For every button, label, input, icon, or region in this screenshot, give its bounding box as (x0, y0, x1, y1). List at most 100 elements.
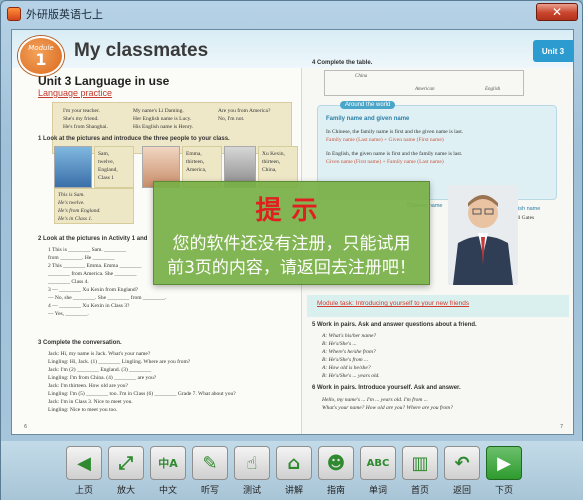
sam-intro-box: This is Sam. He's twelve. He's from Engl… (54, 188, 134, 224)
conversation-line: Jack: I'm in Class 3. Nice to meet you. (48, 399, 133, 405)
card-line: Emma, (186, 151, 202, 157)
words-button[interactable]: ABC 单词 (359, 446, 397, 498)
dialogue-line: A: What's his/her name? (322, 333, 377, 339)
conversation-line: Lingling: I'm (5) ________ too. I'm in C… (48, 391, 236, 397)
arrow-right-icon: ▶ (486, 446, 522, 480)
exercise-5-heading: 5 Work in pairs. Ask and answer question… (312, 322, 477, 328)
toolbar-label: 测试 (242, 486, 261, 496)
conversation-line: Lingling: Nice to meet you too. (48, 407, 118, 413)
window-title: 外研版英语七上 (26, 8, 103, 21)
exercise-2-body: 1 This is ________ Sam. ________ from __… (48, 246, 166, 318)
listen-write-button[interactable]: ✎ 听写 (191, 446, 229, 498)
grammar-line: My name's Li Daming. (133, 108, 184, 114)
exercise-6-heading: 6 Work in pairs. Introduce yourself. Ask… (312, 385, 461, 391)
exercise-line: from ________. He ________ (48, 255, 115, 261)
dialog-message-line: 您的软件还没有注册，只能试用 (172, 234, 411, 254)
left-page-number: 6 (24, 424, 28, 430)
toolbar-label: 下页 (494, 486, 513, 496)
exercise-4-heading: 4 Complete the table. (312, 60, 373, 66)
family-line: In Chinese, the family name is first and… (326, 129, 464, 135)
phrase-line: What's your name? How old are you? Where… (322, 405, 453, 411)
back-button[interactable]: ↶ 返回 (443, 446, 481, 498)
test-button[interactable]: ☝ 测试 (233, 446, 271, 498)
name-table: China American English (324, 70, 524, 96)
module-title: My classmates (74, 40, 209, 61)
intro-line: He's from England. (58, 208, 101, 214)
family-name-heading: Family name and given name (326, 116, 410, 122)
toolbar-label: 单词 (368, 486, 387, 496)
bill-gates-photo (448, 185, 518, 285)
toolbar-label: 中文 (158, 486, 177, 496)
language-practice-label: Language practice (38, 88, 113, 98)
card-line: Xu Kexin, (262, 151, 285, 157)
hand-icon: ☝ (234, 446, 270, 480)
registration-notice-dialog[interactable]: 提示 您的软件还没有注册，只能试用 前3页的内容，请返回去注册吧！ (153, 181, 430, 285)
zoom-button[interactable]: ⤢ 放大 (107, 446, 145, 498)
bottom-toolbar: ◀ 上页 ⤢ 放大 中A 中文 ✎ 听写 ☝ 测试 ⌂ 讲解 ☻ 指南 ABC (1, 441, 583, 500)
home-button[interactable]: ▥ 首页 (401, 446, 439, 498)
prev-page-button[interactable]: ◀ 上页 (65, 446, 103, 498)
card-line: thirteen, (186, 159, 205, 165)
right-page-number: 7 (560, 424, 564, 430)
dialog-message: 您的软件还没有注册，只能试用 前3页的内容，请返回去注册吧！ (154, 232, 429, 280)
app-window: 外研版英语七上 ✕ Module 1 My classmates Unit 3 … (0, 0, 583, 500)
dialogue-line: B: He's/She's from ... (322, 357, 369, 363)
dialog-title: 提示 (255, 196, 328, 226)
return-icon: ↶ (444, 446, 480, 480)
family-line: Family name (Last name) + Given name (Fi… (326, 137, 444, 143)
module-number: 1 (35, 50, 47, 69)
exercise-line: 1 This is ________ Sam. ________ (48, 247, 127, 253)
dialogue-line: A: Where's he/she from? (322, 349, 376, 355)
abc-icon: ABC (360, 446, 396, 480)
conversation-line: Lingling: Hi, Jack. (1) ________ Linglin… (48, 359, 191, 365)
family-line: In English, the given name is first and … (326, 151, 463, 157)
chinese-button[interactable]: 中A 中文 (149, 446, 187, 498)
book-icon: ▥ (402, 446, 438, 480)
intro-line: He's in Class 1. (58, 216, 93, 222)
card-line: Class 1 (98, 175, 115, 181)
card-line: twelve, (98, 159, 115, 165)
grammar-line: He's from Shanghai. (63, 124, 108, 130)
toolbar-label: 首页 (410, 486, 429, 496)
family-name-body: In Chinese, the family name is first and… (326, 128, 463, 166)
house-icon: ⌂ (276, 446, 312, 480)
explain-button[interactable]: ⌂ 讲解 (275, 446, 313, 498)
guide-button[interactable]: ☻ 指南 (317, 446, 355, 498)
person-icon: ☻ (318, 446, 354, 480)
title-bar: 外研版英语七上 ✕ (1, 1, 583, 27)
exercise-line: ________ from America. She ________ (48, 271, 137, 277)
exercise-line: ________ Class 4. (48, 279, 89, 285)
card-line: America, (186, 167, 207, 173)
toolbar-label: 放大 (116, 486, 135, 496)
conversation-line: Jack: I'm thirteen. How old are you? (48, 383, 128, 389)
exercise-1-heading: 1 Look at the pictures and introduce the… (38, 136, 230, 142)
conversation-line: Jack: I'm (2) ________ England. (3) ____… (48, 367, 152, 373)
toolbar-label: 返回 (452, 486, 471, 496)
close-button[interactable]: ✕ (536, 3, 578, 21)
toolbar-label: 讲解 (284, 486, 303, 496)
chinese-icon: 中A (150, 446, 186, 480)
card-line: China, (262, 167, 277, 173)
family-line: Given name (First name) + Family name (L… (326, 159, 444, 165)
table-cell: China (355, 74, 368, 79)
unit-title: Unit 3 Language in use (38, 74, 170, 88)
unit-tab: Unit 3 (533, 40, 573, 62)
table-cell: American (415, 87, 435, 92)
exercise-line: 3 — ________ Xu Kexin from England? (48, 287, 139, 293)
module-task-label: Module task: Introducing yourself to you… (317, 300, 470, 307)
phrase-line: Hello, my name's ... I'm ... years old. … (322, 397, 428, 403)
grammar-line: She's my friend. (63, 116, 99, 122)
next-page-button[interactable]: ▶ 下页 (485, 446, 523, 498)
conversation-line: Lingling: I'm from China. (4) ________ a… (48, 375, 157, 381)
exercise-5-body: A: What's his/her name? B: He's/She's ..… (322, 332, 380, 380)
dialogue-line: B: He's/She's ... (322, 341, 357, 347)
intro-line: He's twelve. (58, 200, 85, 206)
exercise-line: — Yes, ________. (48, 311, 89, 317)
intro-line: This is Sam. (58, 192, 85, 198)
exercise-6-body: Hello, my name's ... I'm ... years old. … (322, 396, 453, 412)
expand-icon: ⤢ (108, 446, 144, 480)
card-line: thirteen, (262, 159, 281, 165)
dialogue-line: B: He's/She's ... years old. (322, 373, 380, 379)
sam-card: Sam, twelve, England, Class 1 (94, 146, 134, 188)
app-icon (7, 7, 21, 21)
